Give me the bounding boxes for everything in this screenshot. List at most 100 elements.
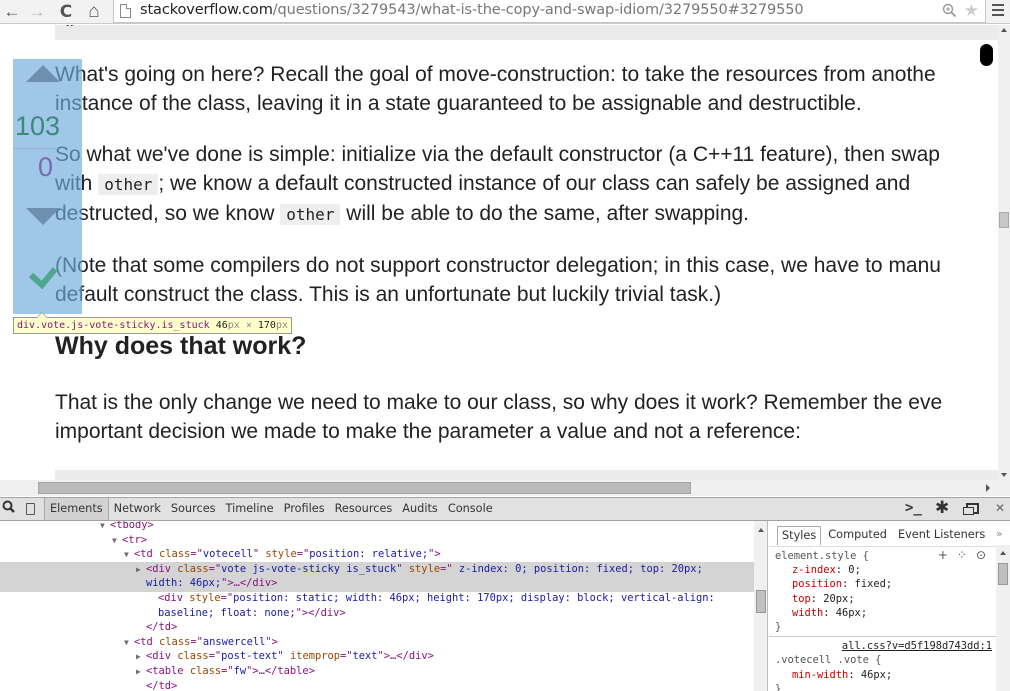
dom-node[interactable]: </td> <box>136 620 177 635</box>
dock-side-icon[interactable] <box>963 503 979 515</box>
expand-triangle-open-icon[interactable]: ▼ <box>112 534 122 549</box>
forward-button[interactable]: → <box>26 1 48 23</box>
css-property[interactable]: position: fixed; <box>775 577 996 591</box>
css-property[interactable]: width: 46px; <box>775 606 996 620</box>
back-button[interactable]: ← <box>1 1 23 23</box>
url-text[interactable]: stackoverflow.com/questions/3279543/what… <box>140 2 804 18</box>
css-property[interactable]: z-index: 0; <box>775 563 996 577</box>
section-heading: Why does that work? <box>55 332 307 360</box>
vote-divider <box>13 148 58 149</box>
inspect-tooltip: div.vote.js-vote-sticky.is_stuck 46px × … <box>13 312 292 334</box>
scroll-right-arrow-icon[interactable] <box>986 484 990 492</box>
gear-icon[interactable]: ✱ <box>935 498 949 518</box>
tab-resources[interactable]: Resources <box>330 498 398 520</box>
rule-toolbar: + ⁘ ⊙ <box>938 548 986 562</box>
back-arrow-icon: ← <box>3 2 21 21</box>
answer-body: What's going on here? Recall the goal of… <box>55 60 998 468</box>
expand-triangle-closed-icon[interactable]: ▶ <box>136 650 146 665</box>
dom-node[interactable]: <div style="position: static; width: 46p… <box>148 591 715 606</box>
scrollbar-thumb[interactable] <box>998 563 1008 585</box>
add-rule-icon[interactable]: + <box>938 548 948 562</box>
scroll-down-arrow-icon[interactable] <box>1001 473 1007 477</box>
page-viewport: ” What's going on here? Recall the goal … <box>0 25 998 493</box>
style-rules: element.style {+ ⁘ ⊙ z-index: 0; position: f… <box>769 546 996 691</box>
scroll-up-arrow-icon[interactable] <box>1001 28 1007 32</box>
rule-selector[interactable]: .votecell .vote { <box>775 653 996 667</box>
paragraph-move-construction: What's going on here? Recall the goal of… <box>55 63 936 115</box>
dom-node[interactable]: baseline; float: none;"></div> <box>158 606 346 621</box>
browser-toolbar: ← → C ⌂ stackoverflow.com/questions/3279… <box>0 0 1010 24</box>
dom-node[interactable]: ▼ <td class="answercell"> <box>124 635 278 651</box>
downvote-arrow-icon[interactable] <box>26 208 60 225</box>
element-state-icon[interactable]: ⁘ <box>957 548 967 562</box>
dom-node[interactable]: ▶ <div class="post-text" itemprop="text">… <box>136 649 434 665</box>
tab-profiles[interactable]: Profiles <box>279 498 330 520</box>
tooltip-width: 46 <box>215 320 228 331</box>
inline-code: other <box>280 204 341 225</box>
animation-icon[interactable]: ⊙ <box>976 548 986 562</box>
forward-arrow-icon: → <box>28 2 46 21</box>
paragraph-note: (Note that some compilers do not support… <box>55 254 941 306</box>
dom-node[interactable]: ▼ <tr> <box>112 533 147 549</box>
styles-pane: Styles Computed Event Listeners » elemen… <box>769 521 1010 691</box>
elements-scrollbar[interactable] <box>754 521 768 691</box>
accepted-checkmark-icon <box>28 265 58 290</box>
home-icon: ⌂ <box>88 1 100 22</box>
mouse-cursor-icon <box>980 44 993 66</box>
upvote-arrow-icon[interactable] <box>26 65 60 82</box>
tab-audits[interactable]: Audits <box>397 498 443 520</box>
reload-icon: C <box>59 2 73 22</box>
url-host: stackoverflow.com <box>140 2 273 18</box>
devtools-toolbar: Elements Network Sources Timeline Profiles Re… <box>0 497 1010 521</box>
style-rule: element.style {+ ⁘ ⊙ z-index: 0; position: f… <box>769 547 996 638</box>
scrollbar-thumb[interactable] <box>38 482 691 494</box>
styles-scrollbar[interactable] <box>996 545 1010 691</box>
code-block-bottom: ” <box>55 25 998 40</box>
zoom-icon[interactable] <box>942 3 957 18</box>
expand-triangle-open-icon[interactable]: ▼ <box>124 636 134 651</box>
page-icon <box>120 4 131 18</box>
favorite-count: 0 <box>38 152 54 182</box>
stylesheet-link[interactable]: all.css?v=d5f198d743dd:1 <box>775 639 996 653</box>
url-path: /questions/3279543/what-is-the-copy-and-… <box>272 2 804 18</box>
reload-button[interactable]: C <box>55 1 77 23</box>
tab-elements[interactable]: Elements <box>45 498 109 520</box>
tooltip-height: 170 <box>257 320 276 331</box>
expand-triangle-closed-icon[interactable]: ▶ <box>136 563 146 578</box>
bookmark-star-icon[interactable]: ★ <box>964 1 979 21</box>
css-property[interactable]: top: 20px; <box>775 592 996 606</box>
close-icon[interactable]: ✕ <box>995 501 1005 515</box>
address-bar[interactable]: stackoverflow.com/questions/3279543/what… <box>113 0 986 23</box>
page-horizontal-scrollbar[interactable] <box>0 480 998 496</box>
expand-triangle-open-icon[interactable]: ▼ <box>124 548 134 563</box>
page-vertical-scrollbar[interactable] <box>998 25 1010 480</box>
scrollbar-thumb[interactable] <box>999 212 1009 228</box>
inspect-search-icon[interactable] <box>2 500 15 517</box>
tab-computed[interactable]: Computed <box>824 526 891 545</box>
console-drawer-icon[interactable]: >_ <box>905 500 922 516</box>
scroll-up-arrow-icon[interactable] <box>1000 551 1006 555</box>
expand-triangle-closed-icon[interactable]: ▶ <box>136 665 146 680</box>
scrollbar-thumb[interactable] <box>756 590 766 613</box>
elements-panel: ▼ <tbody> ▼ <tr> ▼ <td class="votecell" style… <box>0 521 754 691</box>
tab-event-listeners[interactable]: Event Listeners <box>894 526 989 545</box>
scroll-up-arrow-icon[interactable] <box>758 528 764 532</box>
hamburger-menu-icon[interactable] <box>992 4 1004 18</box>
tab-console[interactable]: Console <box>443 498 498 520</box>
css-property[interactable]: min-width: 46px; <box>775 668 996 682</box>
dom-node[interactable]: ▶ <div class="vote js-vote-sticky is_stuc… <box>136 562 703 578</box>
paragraph-what-we-did: So what we've done is simple: initialize… <box>55 143 940 225</box>
tab-timeline[interactable]: Timeline <box>221 498 279 520</box>
dom-node[interactable]: </td> <box>136 679 177 691</box>
tab-styles[interactable]: Styles <box>777 526 822 545</box>
expand-triangle-open-icon[interactable]: ▼ <box>100 521 110 534</box>
home-button[interactable]: ⌂ <box>83 1 105 23</box>
dom-node[interactable]: ▶ <table class="fw">…</table> <box>136 664 315 680</box>
vote-count: 103 <box>15 111 61 141</box>
dom-node[interactable]: ▼ <td class="votecell" style="position: r… <box>124 547 441 563</box>
dom-node[interactable]: width: 46px;">…</div> <box>146 576 277 591</box>
tab-network[interactable]: Network <box>109 498 166 520</box>
tab-sources[interactable]: Sources <box>166 498 221 520</box>
more-tabs-chevron-icon[interactable]: » <box>992 526 1002 545</box>
device-mode-icon[interactable] <box>26 503 35 515</box>
